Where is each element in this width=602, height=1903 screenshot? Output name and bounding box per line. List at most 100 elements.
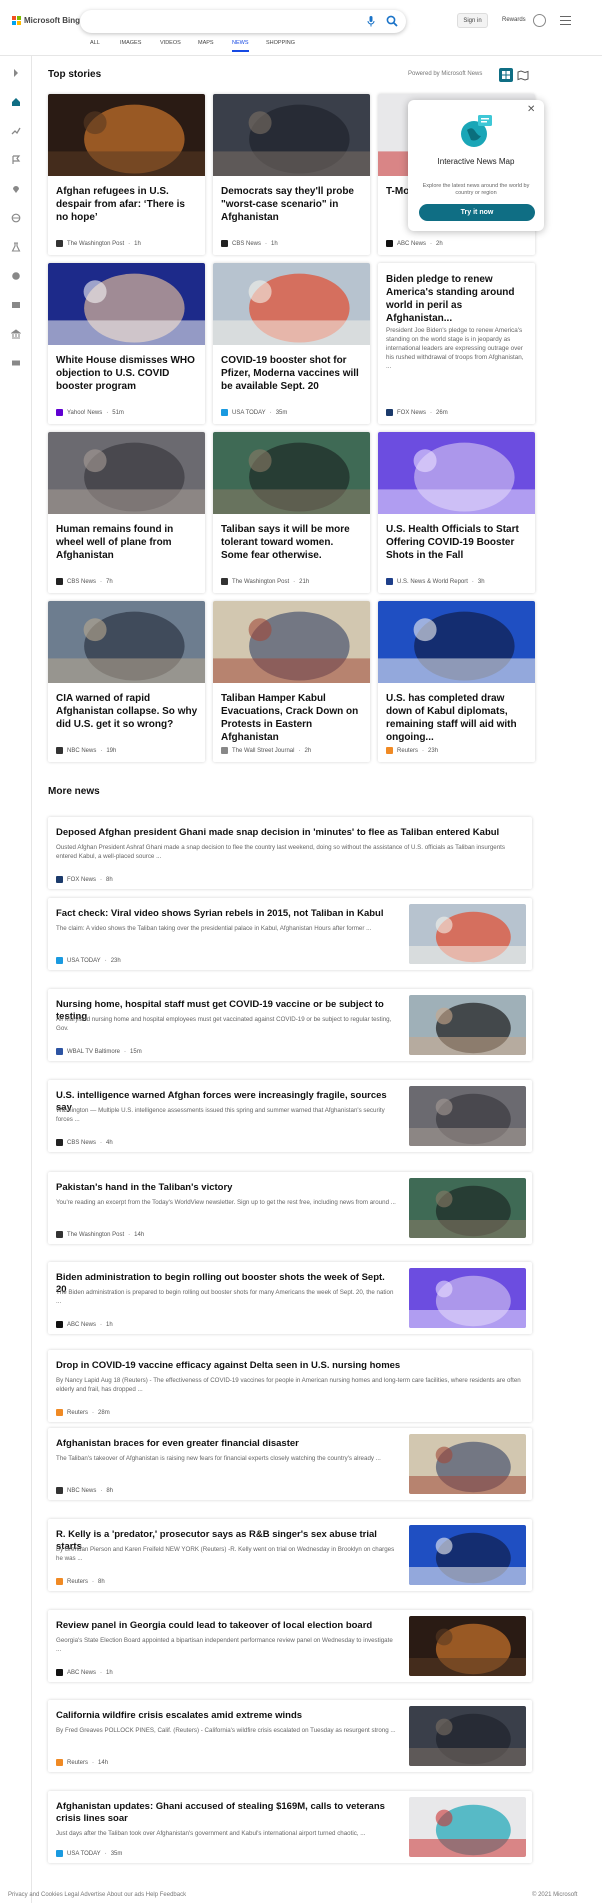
- news-item[interactable]: Fact check: Viral video shows Syrian reb…: [48, 898, 532, 970]
- story-title[interactable]: U.S. Health Officials to Start Offering …: [386, 523, 528, 562]
- story-image[interactable]: [213, 263, 370, 345]
- story-card[interactable]: Human remains found in wheel well of pla…: [48, 432, 205, 593]
- tab-videos[interactable]: VIDEOS: [160, 40, 181, 52]
- story-image[interactable]: [48, 94, 205, 176]
- news-item[interactable]: Biden administration to begin rolling ou…: [48, 1262, 532, 1334]
- story-card[interactable]: U.S. has completed draw down of Kabul di…: [378, 601, 535, 762]
- news-title[interactable]: Review panel in Georgia could lead to ta…: [56, 1620, 396, 1632]
- story-title[interactable]: Democrats say they'll probe "worst-case …: [221, 185, 363, 224]
- sign-in-button[interactable]: Sign in: [457, 13, 488, 28]
- story-card[interactable]: Afghan refugees in U.S. despair from afa…: [48, 94, 205, 255]
- news-item[interactable]: Deposed Afghan president Ghani made snap…: [48, 817, 532, 889]
- popup-title: Interactive News Map: [437, 157, 515, 166]
- news-item[interactable]: Nursing home, hospital staff must get CO…: [48, 989, 532, 1061]
- news-title[interactable]: Fact check: Viral video shows Syrian reb…: [56, 908, 396, 920]
- source-name: CBS News: [232, 240, 262, 247]
- story-card[interactable]: Democrats say they'll probe "worst-case …: [213, 94, 370, 255]
- globe-icon[interactable]: [11, 213, 21, 223]
- close-icon[interactable]: ✕: [527, 104, 535, 115]
- sports-icon[interactable]: [11, 271, 21, 281]
- story-title[interactable]: COVID-19 booster shot for Pfizer, Modern…: [221, 354, 363, 393]
- news-thumbnail[interactable]: [409, 1525, 526, 1585]
- news-thumbnail[interactable]: [409, 1086, 526, 1146]
- news-thumbnail[interactable]: [409, 1706, 526, 1766]
- microphone-icon[interactable]: [367, 16, 375, 27]
- story-image[interactable]: [48, 263, 205, 345]
- story-card[interactable]: U.S. Health Officials to Start Offering …: [378, 432, 535, 593]
- rewards-trophy-icon[interactable]: [533, 14, 546, 27]
- tab-maps[interactable]: MAPS: [198, 40, 214, 52]
- news-item[interactable]: Review panel in Georgia could lead to ta…: [48, 1610, 532, 1682]
- separator: ·: [269, 409, 272, 416]
- news-title[interactable]: Drop in COVID-19 vaccine efficacy agains…: [56, 1360, 524, 1372]
- source-name: FOX News: [397, 409, 427, 416]
- header: Microsoft Bing Sign in Rewards ALL IMAGES…: [0, 0, 602, 52]
- try-it-now-button[interactable]: Try it now: [419, 204, 535, 221]
- news-item[interactable]: U.S. intelligence warned Afghan forces w…: [48, 1080, 532, 1152]
- tab-news[interactable]: NEWS: [232, 40, 249, 52]
- news-item[interactable]: R. Kelly is a 'predator,' prosecutor say…: [48, 1519, 532, 1591]
- story-title[interactable]: U.S. has completed draw down of Kabul di…: [386, 692, 528, 744]
- search-input[interactable]: [80, 10, 406, 33]
- story-title[interactable]: Biden pledge to renew America's standing…: [386, 273, 528, 325]
- news-item[interactable]: Drop in COVID-19 vaccine efficacy agains…: [48, 1350, 532, 1422]
- tab-shopping[interactable]: SHOPPING: [266, 40, 295, 52]
- home-icon[interactable]: [11, 97, 21, 107]
- news-thumbnail[interactable]: [409, 1434, 526, 1494]
- story-image[interactable]: [213, 432, 370, 514]
- news-thumbnail[interactable]: [409, 1616, 526, 1676]
- story-card[interactable]: CIA warned of rapid Afghanistan collapse…: [48, 601, 205, 762]
- separator: ·: [430, 240, 433, 247]
- news-thumbnail[interactable]: [409, 995, 526, 1055]
- tab-all[interactable]: ALL: [90, 40, 100, 52]
- entertainment-icon[interactable]: [11, 300, 21, 310]
- story-card[interactable]: Biden pledge to renew America's standing…: [378, 263, 535, 424]
- grid-view-button[interactable]: [499, 68, 513, 82]
- story-image[interactable]: [48, 432, 205, 514]
- story-card[interactable]: Taliban says it will be more tolerant to…: [213, 432, 370, 593]
- trending-icon[interactable]: [11, 126, 21, 136]
- story-card[interactable]: White House dismisses WHO objection to U…: [48, 263, 205, 424]
- story-image[interactable]: [378, 432, 535, 514]
- search-icon[interactable]: [386, 15, 398, 27]
- hamburger-menu-icon[interactable]: [560, 16, 571, 25]
- news-thumbnail[interactable]: [409, 1178, 526, 1238]
- news-item[interactable]: Afghanistan braces for even greater fina…: [48, 1428, 532, 1500]
- map-view-button[interactable]: [516, 68, 530, 82]
- story-source: USA TODAY · 35m: [221, 409, 287, 416]
- politics-icon[interactable]: [11, 329, 21, 339]
- news-item[interactable]: Pakistan's hand in the Taliban's victory…: [48, 1172, 532, 1244]
- science-icon[interactable]: [11, 242, 21, 252]
- flag-icon[interactable]: [11, 155, 21, 165]
- tab-images[interactable]: IMAGES: [120, 40, 141, 52]
- rewards-link[interactable]: Rewards: [502, 17, 526, 23]
- location-icon[interactable]: [11, 184, 21, 194]
- expand-sidebar-icon[interactable]: [11, 68, 21, 78]
- news-title[interactable]: Afghanistan updates: Ghani accused of st…: [56, 1801, 396, 1825]
- bing-logo[interactable]: Microsoft Bing: [12, 16, 80, 25]
- footer-links[interactable]: Privacy and Cookies Legal Advertise Abou…: [8, 1892, 186, 1898]
- story-title[interactable]: Human remains found in wheel well of pla…: [56, 523, 198, 562]
- money-icon[interactable]: [11, 358, 21, 368]
- story-title[interactable]: Afghan refugees in U.S. despair from afa…: [56, 185, 198, 224]
- story-title[interactable]: CIA warned of rapid Afghanistan collapse…: [56, 692, 198, 731]
- story-title[interactable]: Taliban says it will be more tolerant to…: [221, 523, 363, 562]
- story-title[interactable]: White House dismisses WHO objection to U…: [56, 354, 198, 393]
- news-thumbnail[interactable]: [409, 1797, 526, 1857]
- news-item[interactable]: Afghanistan updates: Ghani accused of st…: [48, 1791, 532, 1863]
- story-image[interactable]: [213, 601, 370, 683]
- news-item[interactable]: California wildfire crisis escalates ami…: [48, 1700, 532, 1772]
- story-source: The Washington Post · 21h: [221, 578, 309, 585]
- story-image[interactable]: [378, 601, 535, 683]
- news-title[interactable]: Pakistan's hand in the Taliban's victory: [56, 1182, 396, 1194]
- story-image[interactable]: [213, 94, 370, 176]
- story-card[interactable]: COVID-19 booster shot for Pfizer, Modern…: [213, 263, 370, 424]
- news-thumbnail[interactable]: [409, 904, 526, 964]
- story-card[interactable]: Taliban Hamper Kabul Evacuations, Crack …: [213, 601, 370, 762]
- news-thumbnail[interactable]: [409, 1268, 526, 1328]
- news-title[interactable]: Afghanistan braces for even greater fina…: [56, 1438, 396, 1450]
- news-title[interactable]: California wildfire crisis escalates ami…: [56, 1710, 396, 1722]
- story-title[interactable]: Taliban Hamper Kabul Evacuations, Crack …: [221, 692, 363, 744]
- story-image[interactable]: [48, 601, 205, 683]
- news-title[interactable]: Deposed Afghan president Ghani made snap…: [56, 827, 524, 839]
